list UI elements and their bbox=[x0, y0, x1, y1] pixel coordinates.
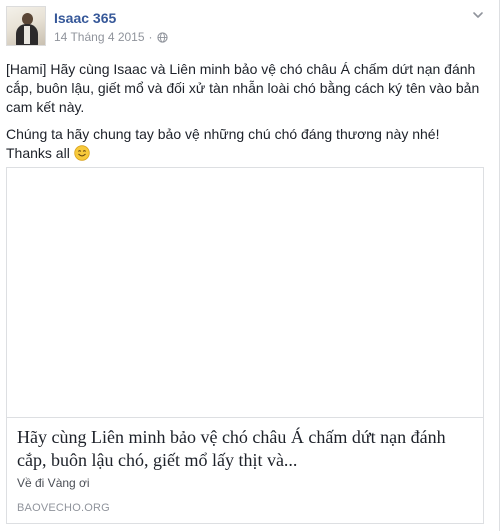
post-card: Isaac 365 14 Tháng 4 2015 · [Hami] Hãy c… bbox=[0, 0, 500, 531]
avatar[interactable] bbox=[6, 6, 46, 46]
link-preview-title[interactable]: Hãy cùng Liên minh bảo vệ chó châu Á chấ… bbox=[17, 426, 472, 472]
meta-separator: · bbox=[148, 30, 153, 44]
post-paragraph-1: [Hami] Hãy cùng Isaac và Liên minh bảo v… bbox=[6, 61, 480, 115]
post-date-link[interactable]: 14 Tháng 4 2015 bbox=[54, 30, 145, 44]
link-preview-description: Về đi Vàng ơi bbox=[17, 476, 90, 490]
link-preview-card[interactable]: Hãy cùng Liên minh bảo vệ chó châu Á chấ… bbox=[6, 167, 484, 524]
chevron-down-icon[interactable] bbox=[471, 8, 485, 22]
post-meta: 14 Tháng 4 2015 · bbox=[54, 30, 168, 44]
smiling-face-emoji-icon bbox=[74, 145, 90, 161]
author-name-link[interactable]: Isaac 365 bbox=[54, 10, 116, 26]
link-preview-domain: BAOVECHO.ORG bbox=[17, 502, 110, 514]
avatar-shirt-shape bbox=[24, 26, 30, 44]
post-text: [Hami] Hãy cùng Isaac và Liên minh bảo v… bbox=[6, 60, 484, 171]
link-preview-image[interactable] bbox=[7, 168, 483, 418]
globe-icon[interactable] bbox=[156, 31, 168, 43]
post-paragraph-2-wrap: Chúng ta hãy chung tay bảo vệ những chú … bbox=[6, 125, 484, 163]
post-paragraph-2: Chúng ta hãy chung tay bảo vệ những chú … bbox=[6, 126, 440, 161]
post-header: Isaac 365 14 Tháng 4 2015 · bbox=[6, 6, 499, 50]
